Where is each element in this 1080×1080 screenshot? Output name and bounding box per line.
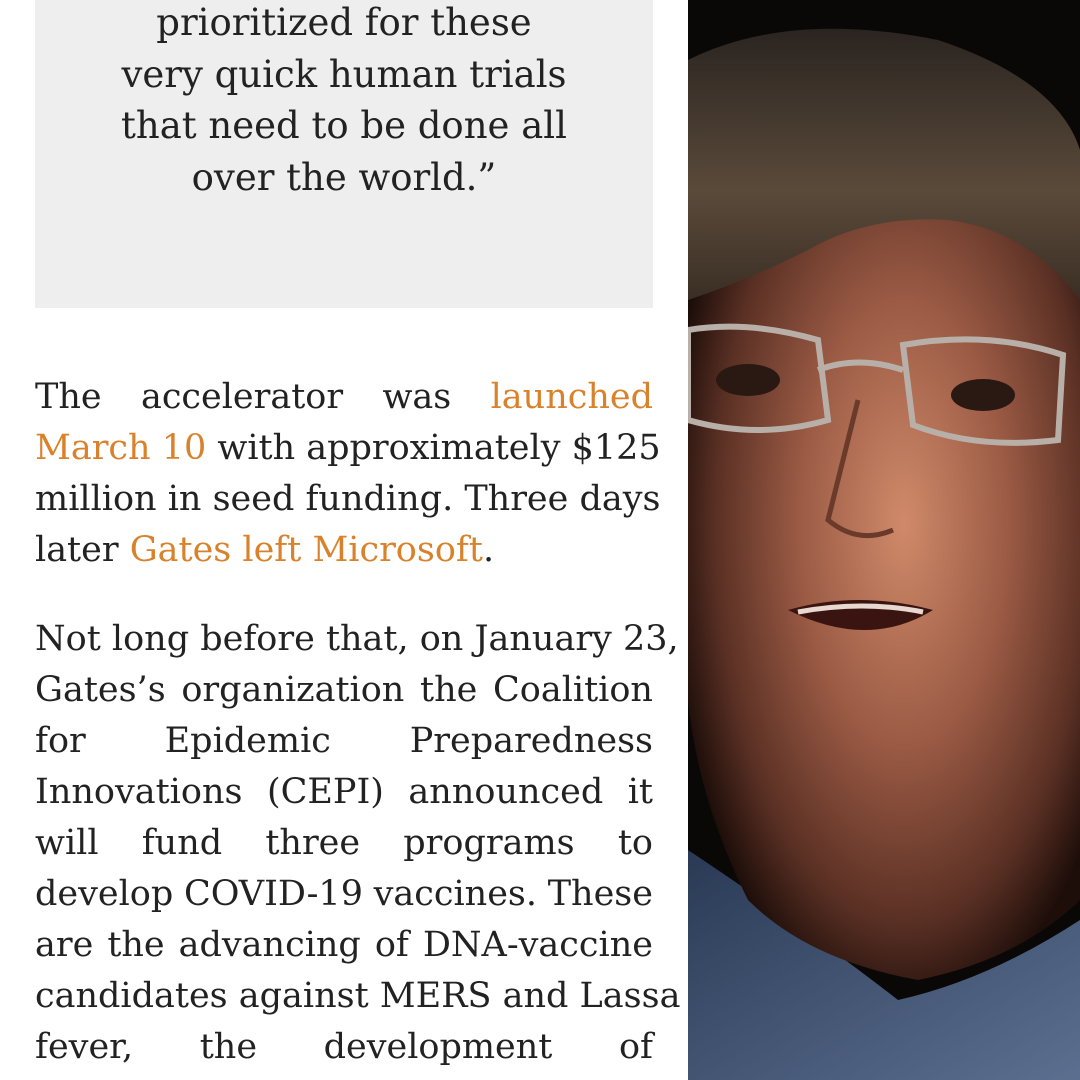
paragraph-line: million in seed funding. Three days bbox=[35, 479, 661, 519]
word: to bbox=[617, 823, 653, 863]
paragraph-line: The accelerator was launched bbox=[35, 380, 653, 424]
paragraph-line: candidates against MERS and Lassa bbox=[35, 979, 680, 1023]
word: of bbox=[618, 1027, 653, 1067]
paragraph-line: later Gates left Microsoft. bbox=[35, 533, 653, 577]
word: will bbox=[35, 823, 99, 863]
word: Coalition bbox=[493, 670, 653, 710]
word: three bbox=[265, 823, 361, 863]
paragraph-line: Innovations (CEPI) announced it bbox=[35, 775, 653, 819]
march-10-link[interactable]: March 10 bbox=[35, 428, 206, 468]
word: (CEPI) bbox=[266, 772, 384, 812]
launched-link[interactable]: launched bbox=[491, 380, 653, 424]
word: of bbox=[374, 925, 409, 965]
word: the bbox=[107, 925, 165, 965]
paragraph-text: . bbox=[482, 530, 495, 570]
portrait-photo bbox=[688, 0, 1080, 1080]
paragraph-line: March 10 with approximately $125 bbox=[35, 428, 661, 475]
quote-line: very quick human trials bbox=[121, 53, 567, 96]
word: Gates’s bbox=[35, 670, 166, 710]
paragraph-line: develop COVID-19 vaccines. These bbox=[35, 877, 653, 921]
paragraph-text: with approximately $125 bbox=[206, 428, 661, 468]
word: programs bbox=[403, 823, 575, 863]
article-column: prioritized for these very quick human t… bbox=[0, 0, 688, 1080]
word: it bbox=[627, 772, 653, 812]
gates-left-microsoft-link[interactable]: Gates left Microsoft bbox=[130, 530, 483, 570]
pull-quote: prioritized for these very quick human t… bbox=[35, 0, 653, 308]
word: Epidemic bbox=[164, 721, 331, 761]
paragraph-line: Gates’s organization the Coalition bbox=[35, 673, 653, 717]
word: advancing bbox=[178, 925, 361, 965]
word: The bbox=[35, 377, 102, 417]
word: Not long before that, on January 23, bbox=[35, 619, 679, 659]
word: fund bbox=[141, 823, 223, 863]
quote-line: prioritized for these bbox=[156, 1, 532, 44]
word: fever, bbox=[35, 1027, 134, 1067]
word: Innovations bbox=[35, 772, 243, 812]
word: These bbox=[547, 874, 653, 914]
word: for bbox=[35, 721, 86, 761]
word: accelerator bbox=[140, 377, 344, 417]
word: was bbox=[382, 377, 452, 417]
paragraph-line: fever, the development of bbox=[35, 1030, 653, 1074]
word: develop bbox=[35, 874, 174, 914]
paragraph-text: later bbox=[35, 530, 130, 570]
paragraph-line: will fund three programs to bbox=[35, 826, 653, 870]
quote-line: over the world.” bbox=[191, 156, 497, 199]
word: DNA-vaccine bbox=[422, 925, 653, 965]
paragraph-line: are the advancing of DNA-vaccine bbox=[35, 928, 653, 972]
word: COVID-19 bbox=[183, 874, 363, 914]
word: Preparedness bbox=[409, 721, 653, 761]
paragraph-line: Not long before that, on January 23, bbox=[35, 622, 679, 666]
word: announced bbox=[408, 772, 604, 812]
word: are bbox=[35, 925, 94, 965]
paragraph-line: for Epidemic Preparedness bbox=[35, 724, 653, 768]
word: vaccines. bbox=[373, 874, 538, 914]
portrait-icon bbox=[688, 0, 1080, 1080]
quote-line: that need to be done all bbox=[121, 104, 567, 147]
word: the bbox=[420, 670, 478, 710]
word: candidates against MERS and Lassa bbox=[35, 976, 681, 1016]
word: development bbox=[323, 1027, 553, 1067]
word: organization bbox=[181, 670, 405, 710]
word: the bbox=[199, 1027, 258, 1067]
